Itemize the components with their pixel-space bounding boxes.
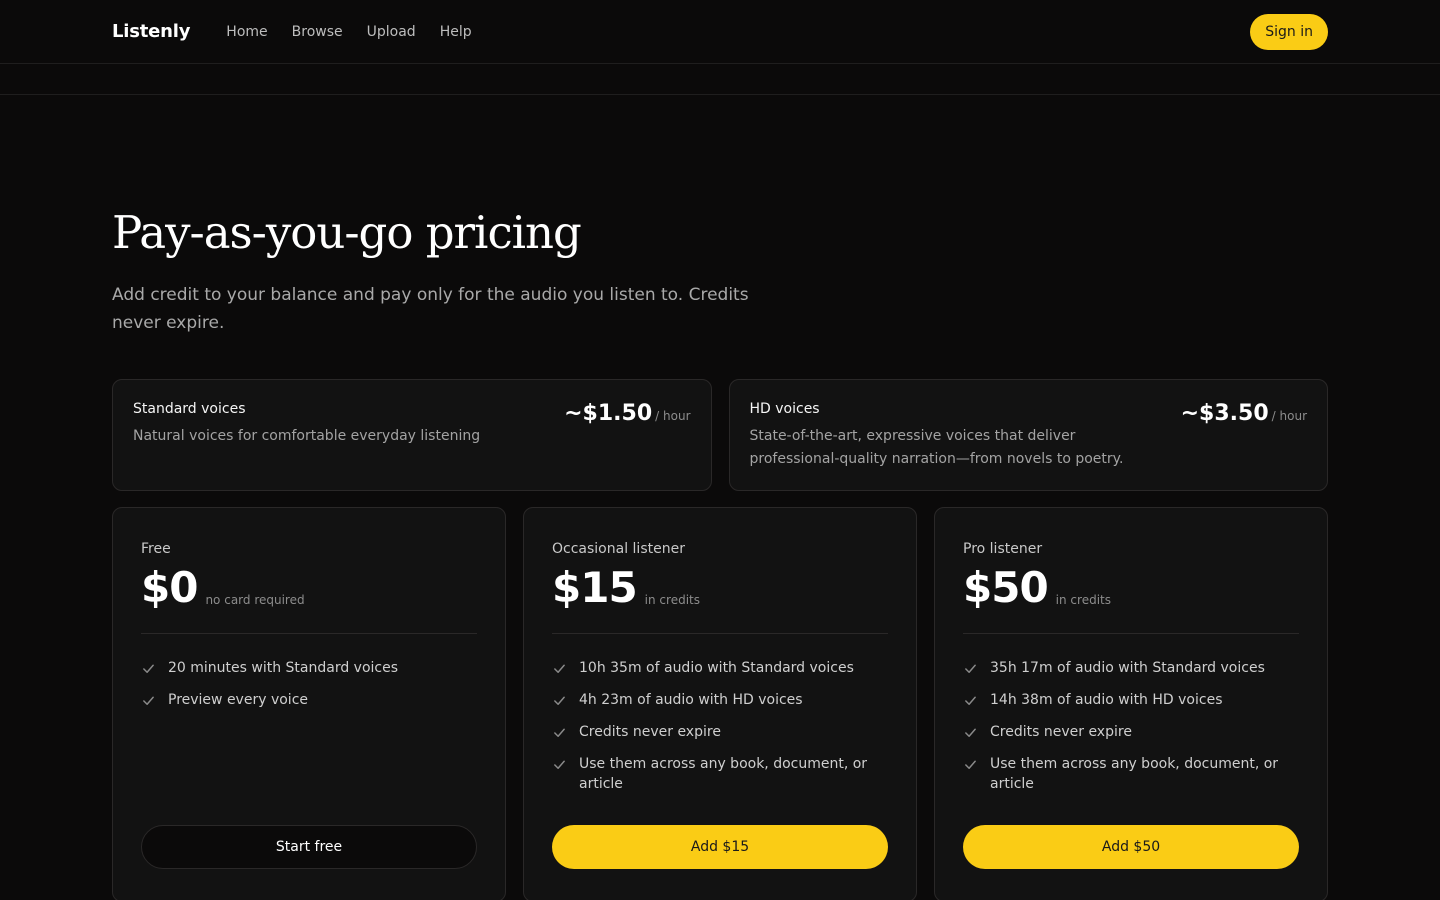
plan-price-row: $50 in credits [963, 563, 1299, 634]
feature-item: Use them across any book, document, or a… [963, 754, 1299, 794]
nav-home-link[interactable]: Home [226, 24, 267, 40]
feature-text: Credits never expire [579, 724, 721, 740]
plan-card-occasional: Occasional listener $15 in credits 10h 3… [523, 507, 917, 900]
main-nav: Home Browse Upload Help [226, 24, 471, 40]
feature-item: Preview every voice [141, 690, 477, 710]
check-icon [964, 722, 978, 742]
check-icon [553, 658, 567, 678]
plan-price: $50 [963, 563, 1049, 612]
check-icon [964, 658, 978, 678]
feature-text: 14h 38m of audio with HD voices [990, 692, 1223, 708]
check-icon [553, 754, 567, 774]
plan-price-note: no card required [205, 593, 305, 607]
plan-price-note: in credits [644, 593, 700, 607]
check-icon [964, 754, 978, 774]
app-logo[interactable]: Listenly [112, 21, 190, 42]
feature-text: Credits never expire [990, 724, 1132, 740]
check-icon [964, 690, 978, 710]
hero-section: Pay-as-you-go pricing Add credit to your… [0, 95, 1440, 337]
feature-item: Credits never expire [963, 722, 1299, 742]
plan-price-note: in credits [1055, 593, 1111, 607]
plan-price-row: $0 no card required [141, 563, 477, 634]
page-title: Pay-as-you-go pricing [112, 206, 582, 259]
plan-price: $15 [552, 563, 638, 612]
feature-list: 10h 35m of audio with Standard voices 4h… [552, 658, 888, 825]
page-subtitle: Add credit to your balance and pay only … [112, 285, 749, 333]
plan-name: Pro listener [963, 541, 1043, 557]
check-icon [553, 690, 567, 710]
feature-text: Use them across any book, document, or a… [990, 756, 1279, 792]
voice-description: State-of-the-art, expressive voices that… [749, 428, 1124, 467]
nav-upload-link[interactable]: Upload [367, 24, 416, 40]
voice-title: Standard voices [133, 401, 246, 417]
top-navigation-bar: Listenly Home Browse Upload Help Sign in [0, 0, 1440, 64]
feature-item: Use them across any book, document, or a… [552, 754, 888, 794]
nav-browse-link[interactable]: Browse [292, 24, 343, 40]
plan-name: Free [141, 541, 171, 557]
feature-text: Use them across any book, document, or a… [579, 756, 868, 792]
voice-card-standard: Standard voices Natural voices for comfo… [112, 379, 712, 491]
feature-list: 20 minutes with Standard voices Preview … [141, 658, 477, 825]
plan-name: Occasional listener [552, 541, 685, 557]
feature-item: 14h 38m of audio with HD voices [963, 690, 1299, 710]
plan-card-free: Free $0 no card required 20 minutes with… [112, 507, 506, 900]
add-15-button[interactable]: Add $15 [552, 825, 888, 869]
sign-in-button[interactable]: Sign in [1250, 13, 1328, 50]
voice-price-amount: ~$3.50 [1180, 401, 1269, 426]
voice-price-unit: / hour [1271, 409, 1307, 423]
add-50-button[interactable]: Add $50 [963, 825, 1299, 869]
feature-item: 35h 17m of audio with Standard voices [963, 658, 1299, 678]
pricing-plans: Free $0 no card required 20 minutes with… [112, 507, 1328, 900]
feature-text: Preview every voice [168, 692, 308, 708]
voice-description: Natural voices for comfortable everyday … [133, 428, 481, 444]
voice-price: ~$1.50/ hour [564, 401, 690, 469]
plan-price: $0 [141, 563, 198, 612]
plan-card-pro: Pro listener $50 in credits 35h 17m of a… [934, 507, 1328, 900]
voice-price: ~$3.50/ hour [1181, 401, 1307, 469]
secondary-bar [0, 64, 1440, 95]
check-icon [553, 722, 567, 742]
feature-text: 20 minutes with Standard voices [168, 660, 399, 676]
feature-item: 4h 23m of audio with HD voices [552, 690, 888, 710]
feature-text: 35h 17m of audio with Standard voices [990, 660, 1265, 676]
voice-card-hd: HD voices State-of-the-art, expressive v… [728, 379, 1328, 491]
feature-item: Credits never expire [552, 722, 888, 742]
voice-title: HD voices [749, 401, 820, 417]
feature-text: 10h 35m of audio with Standard voices [579, 660, 854, 676]
feature-item: 10h 35m of audio with Standard voices [552, 658, 888, 678]
feature-text: 4h 23m of audio with HD voices [579, 692, 803, 708]
start-free-button[interactable]: Start free [141, 825, 477, 869]
check-icon [142, 658, 156, 678]
check-icon [142, 690, 156, 710]
plan-price-row: $15 in credits [552, 563, 888, 634]
voice-types: Standard voices Natural voices for comfo… [112, 379, 1328, 491]
voice-price-amount: ~$1.50 [564, 401, 653, 426]
feature-list: 35h 17m of audio with Standard voices 14… [963, 658, 1299, 825]
nav-help-link[interactable]: Help [440, 24, 472, 40]
feature-item: 20 minutes with Standard voices [141, 658, 477, 678]
voice-price-unit: / hour [655, 409, 691, 423]
